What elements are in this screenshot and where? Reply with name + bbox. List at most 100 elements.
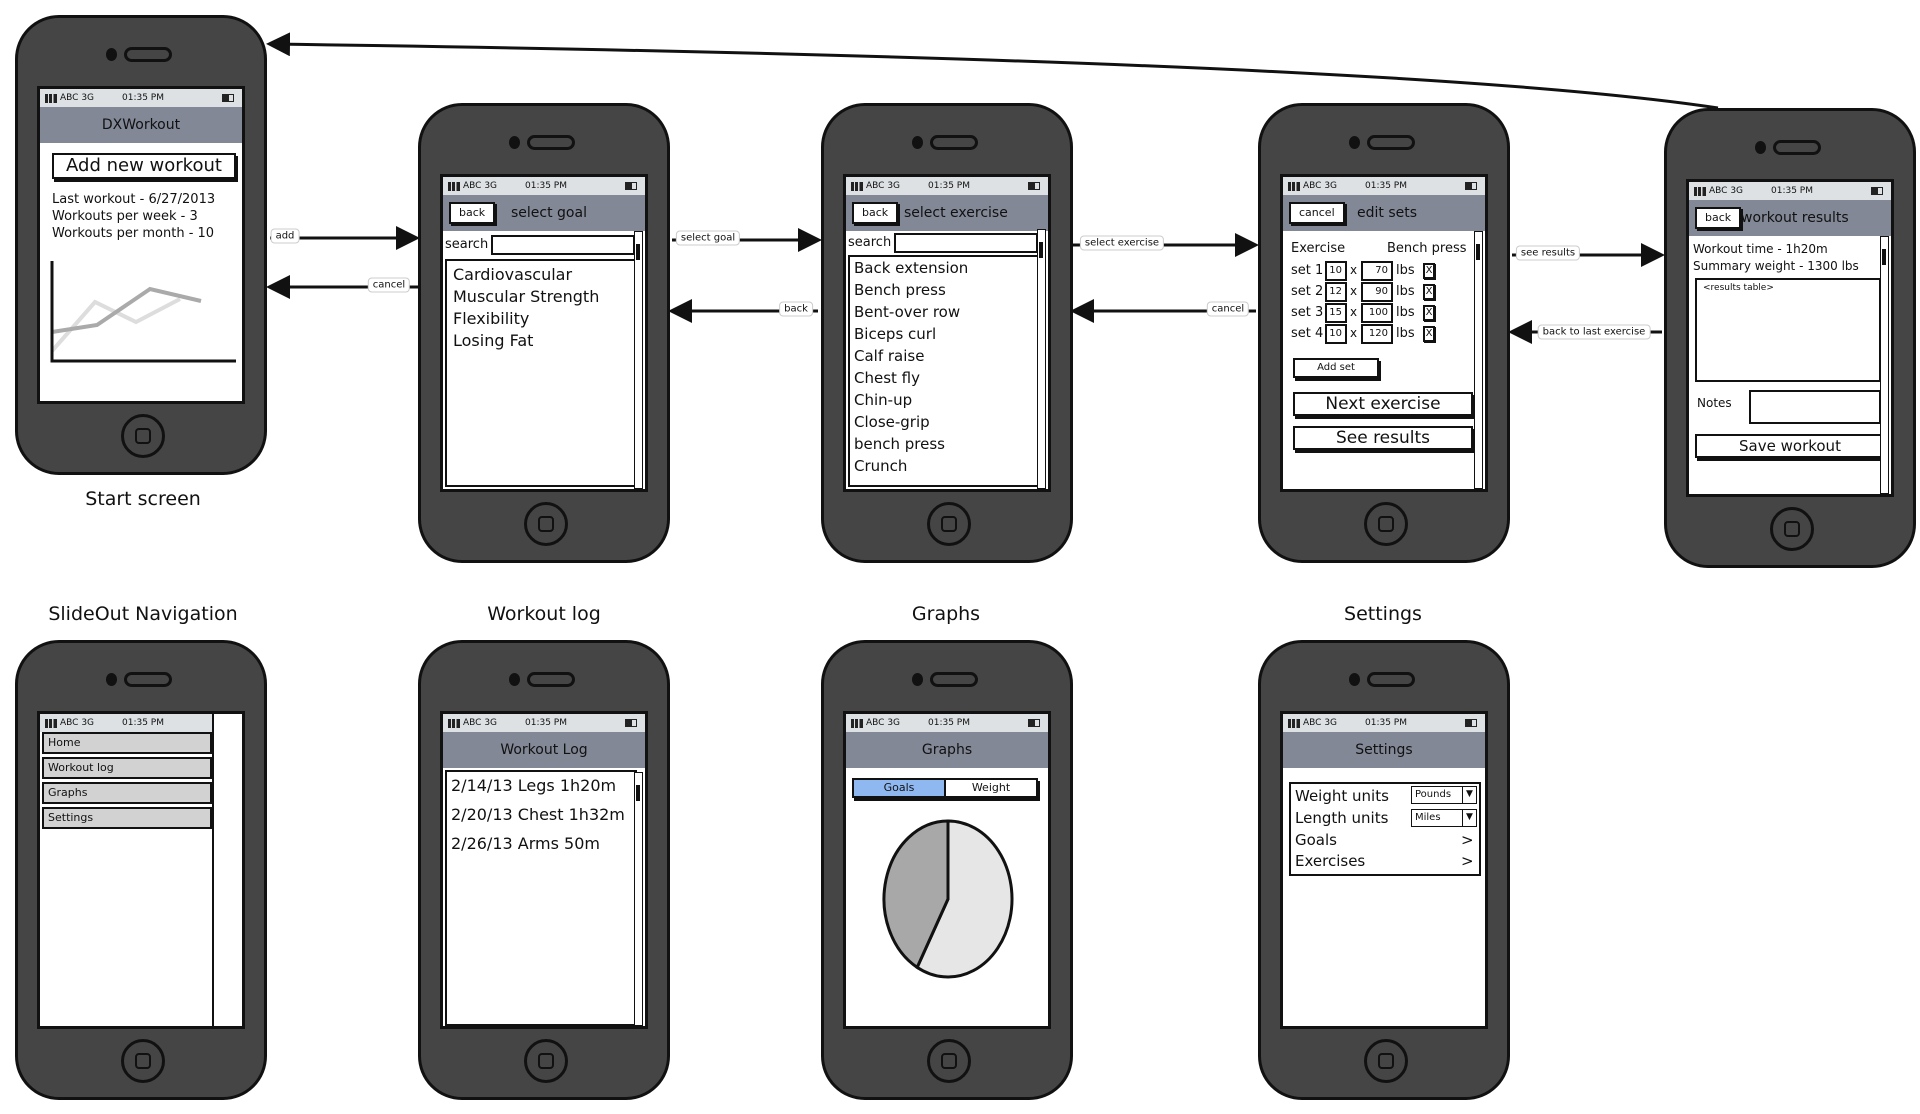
home-button[interactable] <box>121 1039 165 1083</box>
home-button[interactable] <box>524 502 568 546</box>
goal-list: Cardiovascular Muscular Strength Flexibi… <box>445 259 637 487</box>
list-item[interactable]: Flexibility <box>453 309 529 328</box>
remove-set-button[interactable]: X <box>1423 326 1435 342</box>
camera-icon <box>1349 136 1360 149</box>
speaker-icon <box>527 135 575 150</box>
back-button[interactable]: back <box>1695 207 1742 229</box>
graphs-screen: ABC 3G 01:35 PM Graphs Goals Weight <box>843 711 1051 1029</box>
reps-input[interactable]: 12 <box>1325 282 1347 302</box>
list-item[interactable]: Close-grip <box>854 413 930 431</box>
results-table: <results table> <box>1695 278 1881 382</box>
remove-set-button[interactable]: X <box>1423 284 1435 300</box>
list-item[interactable]: Calf raise <box>854 347 924 365</box>
status-bar: ABC 3G 01:35 PM <box>1283 177 1485 195</box>
dropdown-arrow-icon: ▼ <box>1462 810 1476 826</box>
set-label: set 3 <box>1291 305 1324 320</box>
times-sign: x <box>1350 326 1358 340</box>
status-bar: ABC 3G 01:35 PM <box>443 177 645 195</box>
see-results-button[interactable]: See results <box>1293 426 1473 450</box>
arrow-label-see-results: see results <box>1515 245 1581 261</box>
times-sign: x <box>1350 284 1358 298</box>
remove-set-button[interactable]: X <box>1423 263 1435 279</box>
list-item[interactable]: 2/20/13 Chest 1h32m <box>451 805 625 824</box>
search-input[interactable] <box>491 235 635 255</box>
reps-input[interactable]: 15 <box>1325 303 1347 323</box>
list-item[interactable]: Crunch <box>854 457 907 475</box>
nav-item-graphs[interactable]: Graphs <box>42 782 212 804</box>
workout-log-label: Workout log <box>487 603 601 625</box>
list-item[interactable]: Biceps curl <box>854 325 936 343</box>
weight-units-select[interactable]: Pounds ▼ <box>1411 786 1477 804</box>
signal-icon <box>1694 187 1706 196</box>
list-item[interactable]: 2/14/13 Legs 1h20m <box>451 776 616 795</box>
weight-input[interactable]: 120 <box>1361 324 1393 344</box>
status-bar: ABC 3G 01:35 PM <box>443 714 645 732</box>
trend-chart-placeholder <box>50 261 236 363</box>
add-set-button[interactable]: Add set <box>1293 358 1379 378</box>
arrow-label-back-last: back to last exercise <box>1537 324 1651 340</box>
reps-input[interactable]: 10 <box>1325 261 1347 281</box>
arrow-label-select-exercise: select exercise <box>1079 235 1165 251</box>
search-input[interactable] <box>894 233 1038 253</box>
home-button[interactable] <box>927 502 971 546</box>
list-item[interactable]: Cardiovascular <box>453 265 572 284</box>
back-button[interactable]: back <box>852 202 899 224</box>
list-item[interactable]: 2/26/13 Arms 50m <box>451 834 600 853</box>
home-button[interactable] <box>1364 1039 1408 1083</box>
list-item[interactable]: bench press <box>854 435 945 453</box>
camera-icon <box>106 48 117 61</box>
length-units-value: Miles <box>1415 812 1441 823</box>
scrollbar[interactable] <box>634 231 643 489</box>
exercise-label: Exercise <box>1291 241 1346 256</box>
clock: 01:35 PM <box>525 181 567 191</box>
nav-item-home[interactable]: Home <box>42 732 212 754</box>
phone-edit-sets: ABC 3G 01:35 PM cancel edit sets Exercise … <box>1258 103 1510 563</box>
list-item[interactable]: Muscular Strength <box>453 287 599 306</box>
remove-set-button[interactable]: X <box>1423 305 1435 321</box>
list-item[interactable]: Bent-over row <box>854 303 960 321</box>
screen-title: select goal <box>511 205 587 221</box>
goals-row[interactable]: Goals <box>1295 831 1337 849</box>
back-button[interactable]: back <box>449 202 496 224</box>
phone-workout-log: ABC 3G 01:35 PM Workout Log 2/14/13 Legs … <box>418 640 670 1100</box>
save-workout-button[interactable]: Save workout <box>1695 434 1885 458</box>
title-bar: Workout Log <box>443 732 645 768</box>
signal-icon <box>448 719 460 728</box>
home-button[interactable] <box>1770 507 1814 551</box>
list-item[interactable]: Losing Fat <box>453 331 533 350</box>
main-content-peek[interactable] <box>212 714 242 1026</box>
cancel-button[interactable]: cancel <box>1289 202 1345 224</box>
length-units-select[interactable]: Miles ▼ <box>1411 809 1477 827</box>
nav-item-workout-log[interactable]: Workout log <box>42 757 212 779</box>
reps-input[interactable]: 10 <box>1325 324 1347 344</box>
home-button[interactable] <box>927 1039 971 1083</box>
weight-input[interactable]: 90 <box>1361 282 1393 302</box>
list-item[interactable]: Chest fly <box>854 369 920 387</box>
list-item[interactable]: Chin-up <box>854 391 912 409</box>
scrollbar[interactable] <box>1474 231 1483 489</box>
workout-results-screen: ABC 3G 01:35 PM back workout results Worko… <box>1686 179 1894 497</box>
weight-input[interactable]: 100 <box>1361 303 1393 323</box>
scrollbar[interactable] <box>634 772 643 1026</box>
phone-select-goal: ABC 3G 01:35 PM back select goal search Ca… <box>418 103 670 563</box>
exercises-row[interactable]: Exercises <box>1295 852 1365 870</box>
clock: 01:35 PM <box>1365 181 1407 191</box>
times-sign: x <box>1350 305 1358 319</box>
scrollbar[interactable] <box>1037 229 1046 489</box>
next-exercise-button[interactable]: Next exercise <box>1293 392 1473 416</box>
chevron-right-icon: > <box>1461 852 1474 870</box>
home-button[interactable] <box>121 414 165 458</box>
title-bar: back select exercise <box>846 195 1048 231</box>
weight-input[interactable]: 70 <box>1361 261 1393 281</box>
summary-weight: Summary weight - 1300 lbs <box>1693 259 1859 273</box>
nav-item-settings[interactable]: Settings <box>42 807 212 829</box>
clock: 01:35 PM <box>525 718 567 728</box>
notes-input[interactable] <box>1749 390 1881 424</box>
scrollbar[interactable] <box>1880 236 1889 494</box>
list-item[interactable]: Back extension <box>854 259 968 277</box>
camera-icon <box>1755 141 1766 154</box>
list-item[interactable]: Bench press <box>854 281 946 299</box>
speaker-icon <box>1367 672 1415 687</box>
home-button[interactable] <box>1364 502 1408 546</box>
home-button[interactable] <box>524 1039 568 1083</box>
